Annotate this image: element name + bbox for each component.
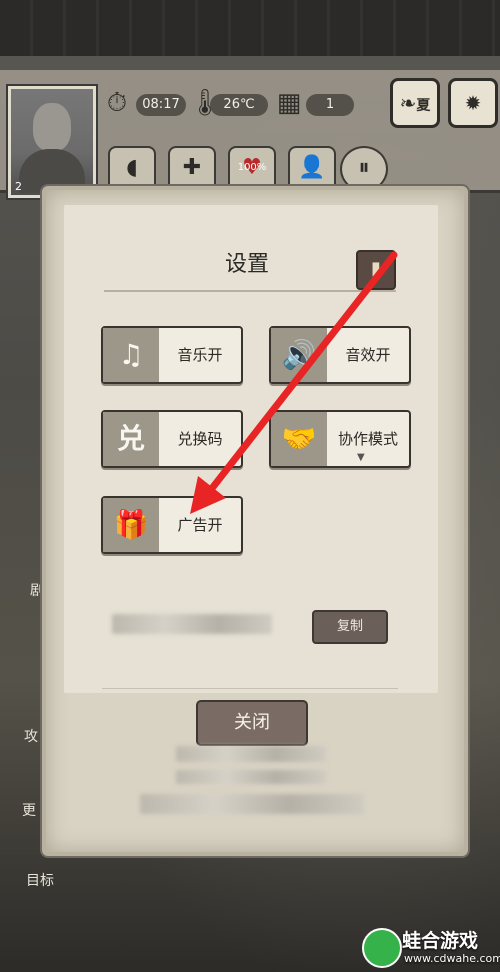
red-arrow-annotation [190,251,398,514]
watermark-name: 蛙合游戏 [402,930,479,952]
arrow-shaft [202,251,398,500]
site-watermark: 蛙合游戏 www.cdwahe.com [362,924,500,970]
watermark-url: www.cdwahe.com [404,952,500,965]
frog-logo-icon [362,928,402,968]
